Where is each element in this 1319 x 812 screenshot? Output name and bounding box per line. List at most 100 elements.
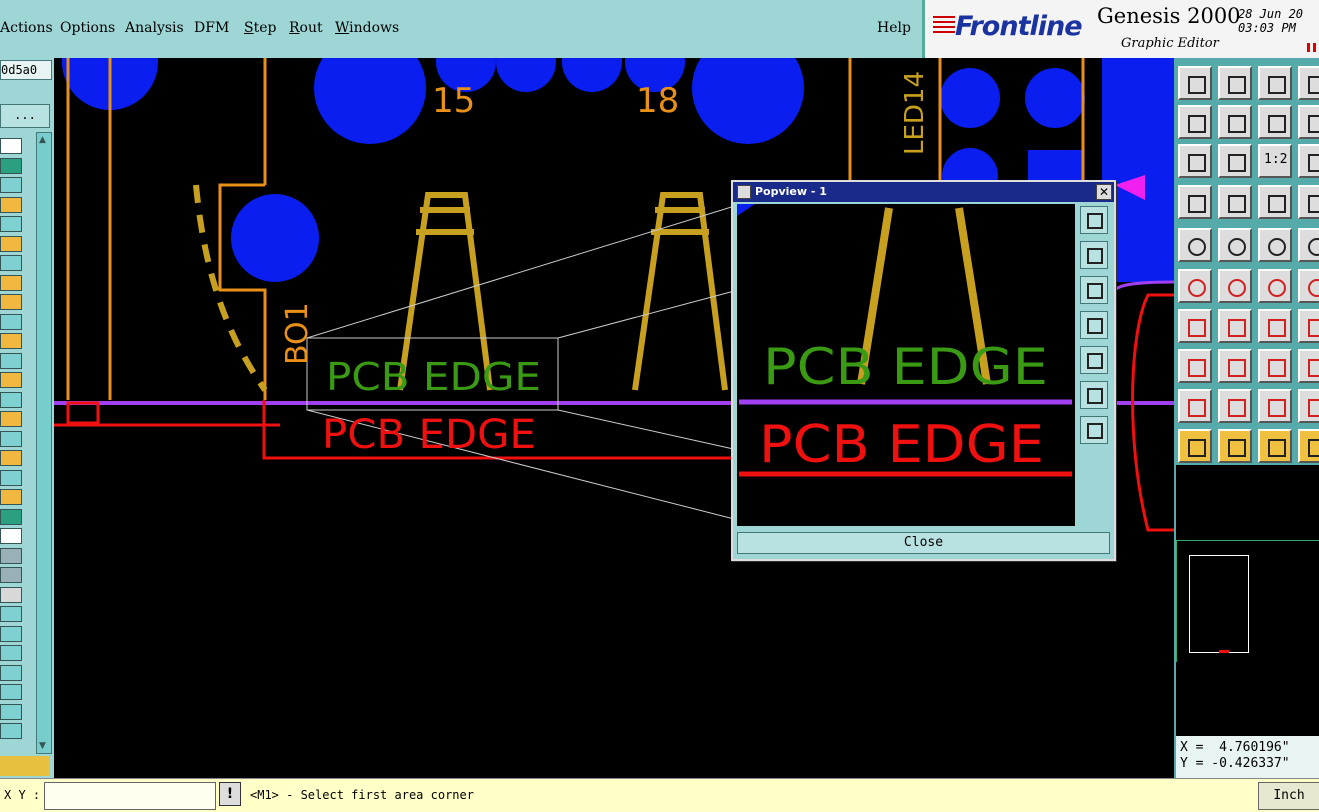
fit-icon[interactable] [1080, 381, 1108, 409]
layer-swatch[interactable] [0, 469, 22, 486]
layer-swatch[interactable] [0, 235, 22, 252]
layer-swatch[interactable] [0, 723, 22, 739]
node-icon[interactable] [1178, 349, 1212, 383]
segment-icon[interactable] [1218, 349, 1252, 383]
menu-windows[interactable]: Windows [335, 20, 399, 36]
layer-swatch[interactable] [0, 157, 22, 174]
zoom-box-icon[interactable] [1080, 206, 1108, 234]
layer-scrollbar[interactable]: ▲ ▼ [36, 132, 52, 754]
pan-down-icon[interactable] [1080, 276, 1108, 304]
layer-swatch[interactable] [0, 177, 22, 193]
home-icon[interactable] [1258, 66, 1292, 100]
layer-swatch[interactable] [0, 294, 22, 310]
move-right-icon[interactable] [1218, 105, 1252, 139]
ratio-icon[interactable]: 1:2 [1258, 144, 1292, 178]
settings-icon[interactable] [1178, 185, 1212, 219]
layer-swatch[interactable] [0, 645, 22, 661]
layer-swatch[interactable] [0, 196, 22, 213]
redo-icon[interactable] [1298, 105, 1319, 139]
move-icon[interactable] [1258, 349, 1292, 383]
grid-icon[interactable] [1218, 185, 1252, 219]
layer-swatch[interactable] [0, 430, 22, 447]
menu-rout[interactable]: Rout [289, 20, 323, 36]
layer-swatch[interactable] [0, 489, 22, 505]
select-point-icon[interactable] [1258, 429, 1292, 463]
zoom-fit-icon[interactable] [1178, 144, 1212, 178]
unit-button[interactable]: Inch [1258, 782, 1319, 810]
trim-icon[interactable] [1298, 349, 1319, 383]
close-icon[interactable]: ✕ [1096, 184, 1112, 200]
popview-canvas[interactable]: PCB EDGE PCB EDGE [737, 204, 1075, 526]
layer-swatch[interactable] [0, 547, 22, 564]
layer-swatch[interactable] [0, 255, 22, 271]
layer-swatch[interactable] [0, 625, 22, 642]
import-icon[interactable] [1178, 66, 1212, 100]
move-left-icon[interactable] [1178, 105, 1212, 139]
window-menu-icon[interactable] [737, 185, 751, 199]
layer-swatch[interactable] [0, 216, 22, 232]
graph-icon[interactable] [1298, 66, 1319, 100]
corner-icon[interactable] [1298, 309, 1319, 343]
cross-icon[interactable] [1218, 269, 1252, 303]
popview-title-bar[interactable]: Popview - 1 ✕ [733, 182, 1114, 202]
layer-swatch[interactable] [0, 313, 22, 330]
step-icon[interactable] [1298, 144, 1319, 178]
pan-left-icon[interactable] [1080, 311, 1108, 339]
select-area-icon[interactable] [1298, 429, 1319, 463]
connect-icon[interactable] [1178, 269, 1212, 303]
minimap[interactable] [1176, 540, 1319, 664]
undo-icon[interactable] [1258, 105, 1292, 139]
layer-swatch[interactable] [0, 567, 22, 583]
select-icon[interactable] [1178, 429, 1212, 463]
layer-swatch[interactable] [0, 606, 22, 622]
menu-options[interactable]: Options [60, 20, 115, 36]
snap-icon[interactable] [1258, 185, 1292, 219]
menu-help[interactable]: Help [877, 20, 911, 36]
warning-button[interactable]: ! [219, 782, 241, 806]
layer-swatch[interactable] [0, 508, 22, 525]
snap2-icon[interactable] [1298, 185, 1319, 219]
layer-swatch[interactable] [0, 684, 22, 700]
pan-right-icon[interactable] [1080, 346, 1108, 374]
zoom-out-icon[interactable] [1080, 416, 1108, 444]
triangle4-icon[interactable] [1298, 389, 1319, 423]
xy-input[interactable] [44, 782, 216, 810]
close-button[interactable]: Close [737, 532, 1110, 554]
arc-icon[interactable] [1258, 309, 1292, 343]
layer-swatch[interactable] [0, 450, 22, 466]
circle-icon[interactable] [1178, 228, 1212, 262]
layer-swatch[interactable] [0, 664, 22, 681]
menu-dfm[interactable]: DFM [194, 20, 229, 36]
menu-step[interactable]: Step [244, 20, 276, 36]
measure-icon[interactable] [1218, 309, 1252, 343]
layer-swatch[interactable] [0, 528, 22, 544]
browse-button[interactable]: ... [0, 104, 50, 128]
menu-analysis[interactable]: Analysis [125, 20, 184, 36]
export-icon[interactable] [1218, 66, 1252, 100]
angle-icon[interactable] [1178, 309, 1212, 343]
layer-swatch[interactable] [0, 586, 22, 603]
zoom-center-icon[interactable] [1218, 144, 1252, 178]
layer-swatch[interactable] [0, 274, 22, 291]
scroll-up-icon[interactable]: ▲ [39, 135, 46, 145]
layer-swatch[interactable] [0, 352, 22, 369]
dot-icon[interactable] [1298, 228, 1319, 262]
ruler-icon[interactable] [1258, 228, 1292, 262]
layer-swatch[interactable] [0, 411, 22, 427]
triangle2-icon[interactable] [1218, 389, 1252, 423]
triangle-icon[interactable] [1178, 389, 1212, 423]
route-icon[interactable] [1298, 269, 1319, 303]
layer-swatch[interactable] [0, 138, 22, 154]
layer-swatch[interactable] [0, 391, 22, 408]
scroll-down-icon[interactable]: ▼ [39, 741, 46, 751]
entity-id-field[interactable]: 0d5a0 [0, 60, 52, 80]
layer-swatch[interactable] [0, 372, 22, 388]
layer-swatch[interactable] [0, 703, 22, 720]
triangle3-icon[interactable] [1258, 389, 1292, 423]
select-box-icon[interactable] [1218, 429, 1252, 463]
pan-up-icon[interactable] [1080, 241, 1108, 269]
menu-actions[interactable]: Actions [0, 20, 53, 36]
arrow-icon[interactable] [1258, 269, 1292, 303]
layer-swatch[interactable] [0, 333, 22, 349]
line-icon[interactable] [1218, 228, 1252, 262]
